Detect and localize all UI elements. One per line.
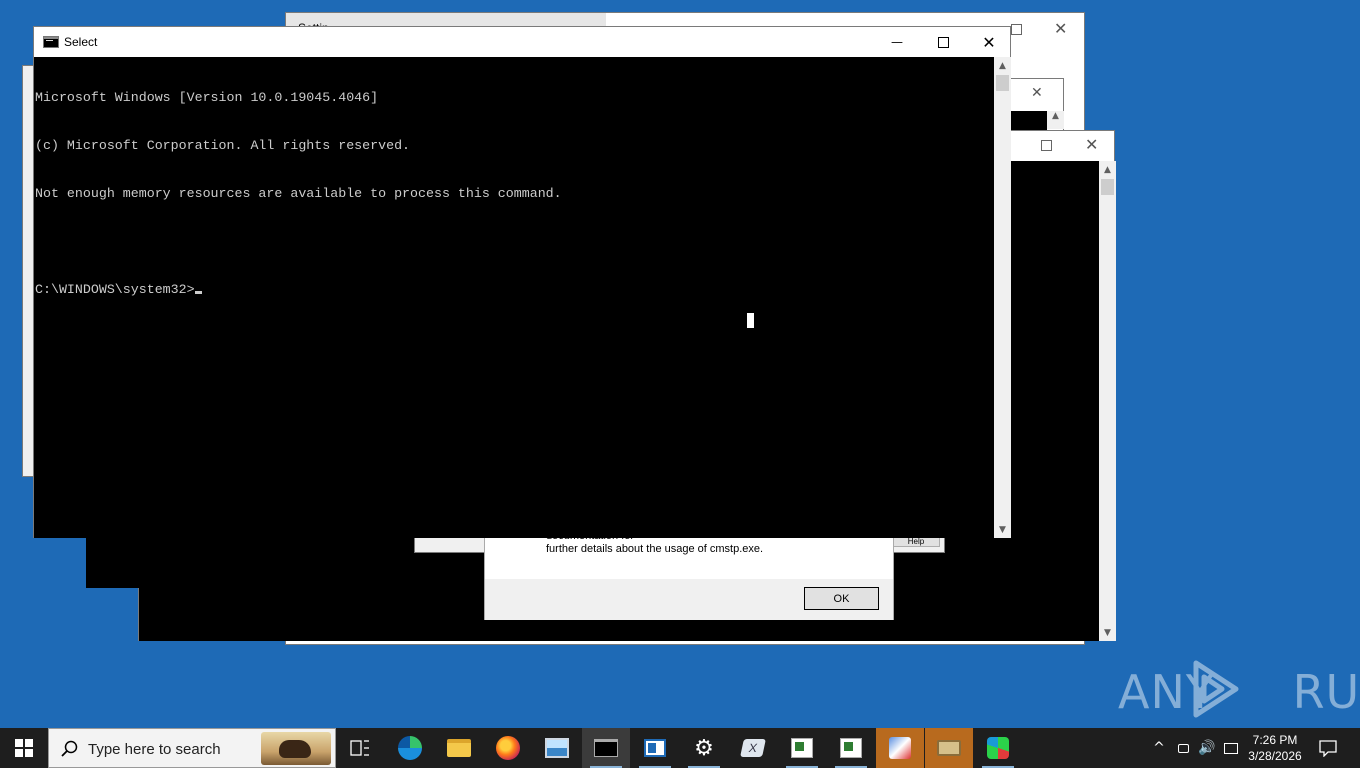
clock-date: 3/28/2026 bbox=[1248, 749, 1302, 763]
search-icon bbox=[61, 740, 78, 757]
app-window-button[interactable] bbox=[631, 728, 679, 768]
mouse-cursor-icon bbox=[747, 313, 754, 328]
speaker-icon: 🔊 bbox=[1198, 740, 1216, 756]
show-hidden-icons-button[interactable]: ^ bbox=[1148, 728, 1170, 768]
app-green-button[interactable] bbox=[974, 728, 1022, 768]
watermark-text: ANY RUN bbox=[1118, 665, 1360, 719]
scroll-down-arrow-icon[interactable]: ▼ bbox=[1099, 624, 1116, 641]
firefox-icon bbox=[496, 736, 520, 760]
search-highlight-image bbox=[261, 732, 331, 765]
file-explorer-button[interactable] bbox=[435, 728, 483, 768]
close-button[interactable]: ✕ bbox=[966, 27, 1012, 57]
maximize-button[interactable] bbox=[920, 27, 966, 57]
console-line: Not enough memory resources are availabl… bbox=[35, 186, 562, 201]
console-line: Microsoft Windows [Version 10.0.19045.40… bbox=[35, 90, 379, 105]
folder-icon bbox=[447, 739, 471, 757]
meet-now-button[interactable] bbox=[1172, 728, 1194, 768]
app-x-button[interactable]: X bbox=[729, 728, 777, 768]
green-app-icon bbox=[987, 737, 1009, 759]
camera-icon bbox=[1177, 743, 1189, 753]
bg-console-scrollbar[interactable]: ▲ ▼ bbox=[1099, 161, 1116, 641]
cmd-app-icon bbox=[43, 36, 59, 48]
minimize-button[interactable]: — bbox=[874, 27, 920, 57]
edge-icon bbox=[398, 736, 422, 760]
settings-button[interactable]: ⚙ bbox=[680, 728, 728, 768]
taskbar: Type here to search ⚙ X ^ 🔊 7:26 PM 3/28… bbox=[0, 728, 1360, 768]
console-output: Microsoft Windows [Version 10.0.19045.40… bbox=[35, 58, 562, 330]
settings-maximize-button[interactable] bbox=[1011, 24, 1022, 35]
dialog-message-line2: further details about the usage of cmstp… bbox=[546, 543, 764, 555]
dialog-button-bar: OK bbox=[485, 579, 893, 620]
firefox-button[interactable] bbox=[484, 728, 532, 768]
text-cursor bbox=[194, 291, 202, 294]
bg-console-close-button[interactable]: ✕ bbox=[1085, 135, 1098, 154]
scroll-down-arrow-icon[interactable]: ▼ bbox=[994, 521, 1011, 538]
small-dialog-close-button[interactable]: ✕ bbox=[1031, 85, 1043, 101]
minimize-icon: — bbox=[891, 35, 903, 49]
console-prompt: C:\WINDOWS\system32> bbox=[35, 282, 195, 297]
scroll-up-arrow-icon[interactable]: ▲ bbox=[1099, 161, 1116, 178]
small-dialog-scroll-up[interactable]: ▲ bbox=[1047, 111, 1064, 129]
cmd-titlebar[interactable]: Select — ✕ bbox=[34, 27, 1010, 57]
volume-button[interactable]: 🔊 bbox=[1196, 728, 1218, 768]
task-view-button[interactable] bbox=[336, 728, 384, 768]
cmd-console-body[interactable]: Microsoft Windows [Version 10.0.19045.40… bbox=[34, 57, 994, 538]
cmstp-message-dialog: documentation for further details about … bbox=[484, 530, 894, 620]
installer-icon bbox=[889, 737, 911, 759]
ok-button-label: OK bbox=[833, 592, 850, 605]
windows-logo-icon bbox=[15, 739, 33, 757]
network-button[interactable] bbox=[1220, 728, 1242, 768]
cmd-icon bbox=[594, 739, 618, 757]
ok-button[interactable]: OK bbox=[804, 587, 879, 610]
start-button[interactable] bbox=[0, 728, 48, 768]
scroll-thumb[interactable] bbox=[996, 75, 1009, 91]
search-placeholder: Type here to search bbox=[88, 741, 221, 758]
package-icon bbox=[937, 740, 961, 756]
photos-icon bbox=[545, 738, 569, 758]
notification-icon bbox=[1319, 739, 1337, 757]
scroll-up-arrow-icon[interactable]: ▲ bbox=[994, 57, 1011, 74]
close-icon: ✕ bbox=[982, 32, 996, 52]
cmd-scrollbar[interactable]: ▲ ▼ bbox=[994, 57, 1011, 538]
scroll-thumb[interactable] bbox=[1101, 179, 1114, 195]
console-line: (c) Microsoft Corporation. All rights re… bbox=[35, 138, 411, 153]
edge-button[interactable] bbox=[386, 728, 434, 768]
document-icon bbox=[791, 738, 813, 758]
cmd-taskbar-button[interactable] bbox=[582, 728, 630, 768]
background-console-strip bbox=[86, 537, 141, 588]
document2-icon bbox=[840, 738, 862, 758]
bg-console-maximize-button[interactable] bbox=[1041, 140, 1052, 151]
task-view-icon bbox=[350, 740, 369, 756]
network-icon bbox=[1224, 742, 1238, 754]
anyrun-watermark: ANY RUN bbox=[1118, 657, 1360, 721]
clock-time: 7:26 PM bbox=[1252, 733, 1298, 747]
chevron-up-icon: ^ bbox=[1153, 740, 1165, 756]
app-package-button[interactable] bbox=[925, 728, 973, 768]
cmd-window: Select — ✕ Microsoft Windows [Version 10… bbox=[33, 26, 1011, 538]
app-doc-button[interactable] bbox=[778, 728, 826, 768]
help-button-label: Help bbox=[907, 537, 925, 546]
app-install-button[interactable] bbox=[876, 728, 924, 768]
photos-button[interactable] bbox=[533, 728, 581, 768]
maximize-icon bbox=[937, 36, 949, 48]
gear-icon: ⚙ bbox=[694, 735, 714, 761]
settings-close-button[interactable]: ✕ bbox=[1054, 19, 1067, 38]
cmd-title: Select bbox=[64, 35, 98, 49]
search-box[interactable]: Type here to search bbox=[48, 728, 336, 768]
clock[interactable]: 7:26 PM 3/28/2026 bbox=[1243, 728, 1307, 768]
app-window-icon bbox=[644, 739, 666, 757]
app-x-icon: X bbox=[740, 739, 766, 757]
notifications-button[interactable] bbox=[1310, 728, 1346, 768]
app-doc2-button[interactable] bbox=[827, 728, 875, 768]
console-prompt-line: C:\WINDOWS\system32> bbox=[35, 282, 562, 298]
